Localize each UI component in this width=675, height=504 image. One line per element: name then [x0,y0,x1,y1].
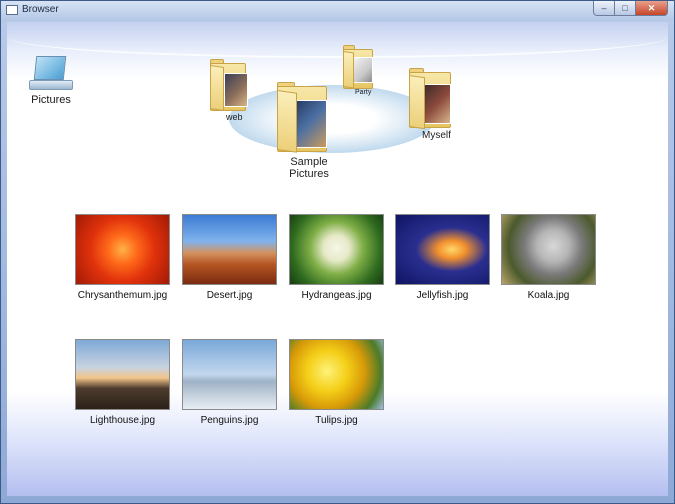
title-bar[interactable]: Browser – □ ✕ [1,1,674,21]
photo-caption: Koala.jpg [527,290,570,301]
photo-thumbnail [75,214,170,285]
photo-thumbnail [289,214,384,285]
folder-label: Myself [422,130,451,141]
folder-sample-pictures[interactable]: Sample Pictures [277,82,331,182]
minimize-button[interactable]: – [593,1,615,16]
photo-item-tulips[interactable]: Tulips.jpg [289,339,384,426]
photo-item-lighthouse[interactable]: Lighthouse.jpg [75,339,170,426]
folder-label: Sample Pictures [289,156,329,180]
photo-item-penguins[interactable]: Penguins.jpg [182,339,277,426]
folder-myself[interactable]: Myself [409,68,455,144]
photo-caption: Chrysanthemum.jpg [77,290,168,301]
photo-thumbnail [395,214,490,285]
pictures-drive[interactable]: Pictures [21,56,81,106]
photo-item-desert[interactable]: Desert.jpg [182,214,277,301]
photo-caption: Desert.jpg [206,290,253,301]
maximize-button[interactable]: □ [614,1,636,16]
photo-thumbnail [289,339,384,410]
photo-caption: Tulips.jpg [315,415,358,426]
window-title: Browser [22,4,59,15]
app-window-icon [6,5,18,15]
photo-item-koala[interactable]: Koala.jpg [501,214,596,301]
photo-thumbnail [182,339,277,410]
photo-item-jellyfish[interactable]: Jellyfish.jpg [395,214,490,301]
folder-party[interactable]: Party [343,45,377,96]
folder-carousel-ring [229,85,435,153]
folder-label: Party [355,89,372,96]
photo-caption: Lighthouse.jpg [89,415,156,426]
photo-caption: Jellyfish.jpg [416,290,469,301]
photo-thumbnail [75,339,170,410]
photo-thumbnail [182,214,277,285]
photo-item-hydrangeas[interactable]: Hydrangeas.jpg [289,214,384,301]
photo-caption: Penguins.jpg [200,415,259,426]
browser-content-area: Pictures web Party Sample Pictures Mysel… [7,22,668,496]
photo-caption: Hydrangeas.jpg [301,290,372,301]
folder-web[interactable]: web [210,59,250,122]
photo-item-chrysanthemum[interactable]: Chrysanthemum.jpg [75,214,170,301]
close-button[interactable]: ✕ [635,1,668,16]
photo-thumbnail [501,214,596,285]
header-arc-decoration [7,22,668,58]
computer-drive-icon [29,56,73,96]
browser-window: Browser – □ ✕ Pictures web Party Sample … [0,0,675,504]
folder-label: web [226,112,243,122]
